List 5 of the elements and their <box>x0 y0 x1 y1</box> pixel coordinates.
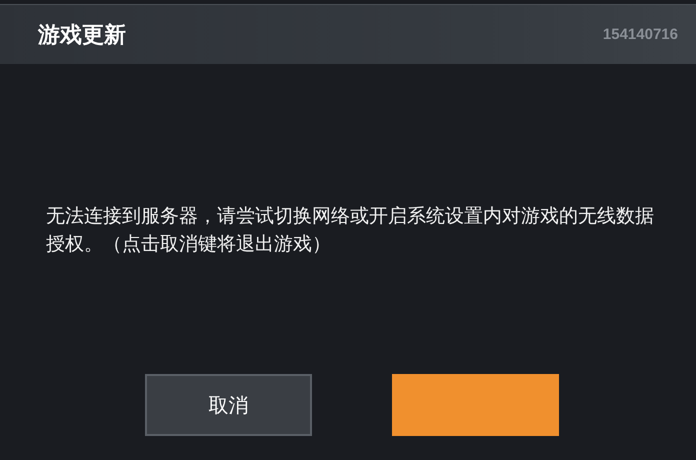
dialog-title: 游戏更新 <box>38 22 126 50</box>
cancel-button[interactable]: 取消 <box>145 374 312 436</box>
confirm-button[interactable] <box>392 374 559 436</box>
version-code: 154140716 <box>602 26 678 43</box>
message-text: 无法连接到服务器，请尝试切换网络或开启系统设置内对游戏的无线数据授权。（点击取消键将退出游戏） <box>46 204 655 257</box>
